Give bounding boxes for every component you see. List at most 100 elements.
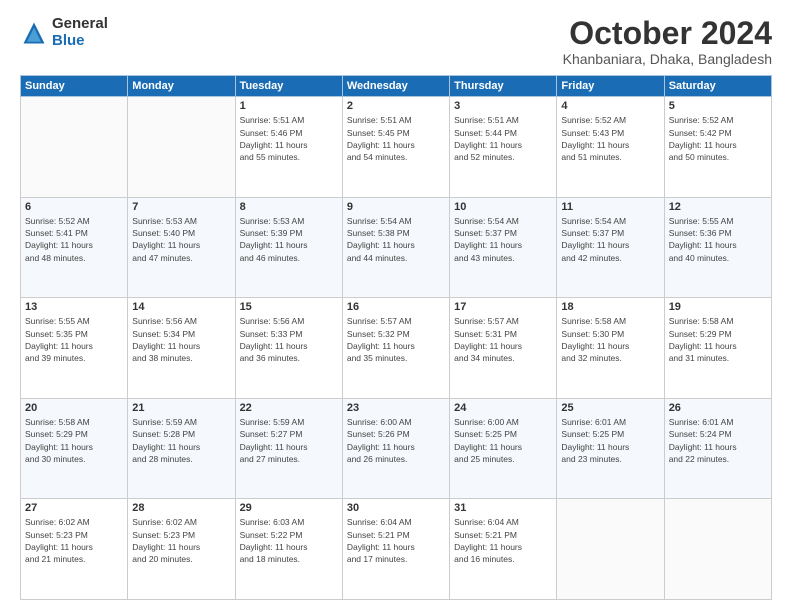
day-info: Sunrise: 6:01 AM Sunset: 5:25 PM Dayligh…	[561, 416, 659, 465]
calendar-cell: 1Sunrise: 5:51 AM Sunset: 5:46 PM Daylig…	[235, 97, 342, 198]
day-number: 9	[347, 201, 445, 213]
day-info: Sunrise: 5:58 AM Sunset: 5:30 PM Dayligh…	[561, 315, 659, 364]
day-info: Sunrise: 5:58 AM Sunset: 5:29 PM Dayligh…	[669, 315, 767, 364]
day-info: Sunrise: 5:59 AM Sunset: 5:27 PM Dayligh…	[240, 416, 338, 465]
day-info: Sunrise: 6:00 AM Sunset: 5:25 PM Dayligh…	[454, 416, 552, 465]
calendar-cell	[128, 97, 235, 198]
calendar-cell: 30Sunrise: 6:04 AM Sunset: 5:21 PM Dayli…	[342, 499, 449, 600]
calendar-cell: 6 Sunrise: 5:52 AM Sunset: 5:41 PM Daylig…	[21, 197, 128, 298]
calendar-cell: 27 Sunrise: 6:02 AM Sunset: 5:23 PM Dayli…	[21, 499, 128, 600]
month-title: October 2024	[563, 16, 772, 51]
calendar-cell: 21 Sunrise: 5:59 AM Sunset: 5:28 PM Dayli…	[128, 398, 235, 499]
calendar-cell: 22 Sunrise: 5:59 AM Sunset: 5:27 PM Dayli…	[235, 398, 342, 499]
day-info: Sunrise: 5:54 AM Sunset: 5:38 PM Dayligh…	[347, 215, 445, 264]
day-number: 19	[669, 301, 767, 313]
day-info: Sunrise: 5:59 AM Sunset: 5:28 PM Dayligh…	[132, 416, 230, 465]
calendar-cell: 8 Sunrise: 5:53 AM Sunset: 5:39 PM Daylig…	[235, 197, 342, 298]
calendar-cell	[21, 97, 128, 198]
day-info: Sunrise: 5:53 AM Sunset: 5:39 PM Dayligh…	[240, 215, 338, 264]
logo-general-text: General	[52, 16, 108, 33]
day-number: 7	[132, 201, 230, 213]
day-number: 27	[25, 502, 123, 514]
day-info: Sunrise: 5:58 AM Sunset: 5:29 PM Dayligh…	[25, 416, 123, 465]
calendar-cell: 19 Sunrise: 5:58 AM Sunset: 5:29 PM Dayli…	[664, 298, 771, 399]
calendar-cell: 15Sunrise: 5:56 AM Sunset: 5:33 PM Dayli…	[235, 298, 342, 399]
day-number: 6	[25, 201, 123, 213]
calendar-cell: 25Sunrise: 6:01 AM Sunset: 5:25 PM Dayli…	[557, 398, 664, 499]
day-info: Sunrise: 5:54 AM Sunset: 5:37 PM Dayligh…	[454, 215, 552, 264]
calendar-cell	[557, 499, 664, 600]
calendar-cell: 11 Sunrise: 5:54 AM Sunset: 5:37 PM Dayli…	[557, 197, 664, 298]
col-thursday: Thursday	[450, 76, 557, 97]
calendar-cell: 5 Sunrise: 5:52 AM Sunset: 5:42 PM Daylig…	[664, 97, 771, 198]
day-number: 13	[25, 301, 123, 313]
day-number: 4	[561, 100, 659, 112]
day-number: 29	[240, 502, 338, 514]
day-number: 23	[347, 402, 445, 414]
calendar-cell: 26Sunrise: 6:01 AM Sunset: 5:24 PM Dayli…	[664, 398, 771, 499]
day-number: 3	[454, 100, 552, 112]
day-number: 2	[347, 100, 445, 112]
day-number: 14	[132, 301, 230, 313]
calendar-cell: 29 Sunrise: 6:03 AM Sunset: 5:22 PM Dayli…	[235, 499, 342, 600]
week-row-3: 13 Sunrise: 5:55 AM Sunset: 5:35 PM Dayli…	[21, 298, 772, 399]
day-number: 20	[25, 402, 123, 414]
day-info: Sunrise: 6:00 AM Sunset: 5:26 PM Dayligh…	[347, 416, 445, 465]
day-info: Sunrise: 5:51 AM Sunset: 5:44 PM Dayligh…	[454, 114, 552, 163]
day-number: 8	[240, 201, 338, 213]
calendar-cell: 3 Sunrise: 5:51 AM Sunset: 5:44 PM Daylig…	[450, 97, 557, 198]
calendar-header: Sunday Monday Tuesday Wednesday Thursday…	[21, 76, 772, 97]
col-saturday: Saturday	[664, 76, 771, 97]
day-info: Sunrise: 5:56 AM Sunset: 5:33 PM Dayligh…	[240, 315, 338, 364]
day-number: 24	[454, 402, 552, 414]
col-monday: Monday	[128, 76, 235, 97]
header: General Blue October 2024 Khanbaniara, D…	[20, 16, 772, 67]
week-row-5: 27 Sunrise: 6:02 AM Sunset: 5:23 PM Dayli…	[21, 499, 772, 600]
title-block: October 2024 Khanbaniara, Dhaka, Banglad…	[563, 16, 772, 67]
day-info: Sunrise: 6:02 AM Sunset: 5:23 PM Dayligh…	[25, 516, 123, 565]
day-number: 22	[240, 402, 338, 414]
day-info: Sunrise: 5:54 AM Sunset: 5:37 PM Dayligh…	[561, 215, 659, 264]
week-row-2: 6 Sunrise: 5:52 AM Sunset: 5:41 PM Daylig…	[21, 197, 772, 298]
page: General Blue October 2024 Khanbaniara, D…	[0, 0, 792, 612]
calendar-cell: 31Sunrise: 6:04 AM Sunset: 5:21 PM Dayli…	[450, 499, 557, 600]
week-row-4: 20 Sunrise: 5:58 AM Sunset: 5:29 PM Dayli…	[21, 398, 772, 499]
day-info: Sunrise: 6:03 AM Sunset: 5:22 PM Dayligh…	[240, 516, 338, 565]
day-info: Sunrise: 5:52 AM Sunset: 5:42 PM Dayligh…	[669, 114, 767, 163]
calendar-cell: 13 Sunrise: 5:55 AM Sunset: 5:35 PM Dayli…	[21, 298, 128, 399]
day-info: Sunrise: 6:01 AM Sunset: 5:24 PM Dayligh…	[669, 416, 767, 465]
logo-icon	[20, 19, 48, 47]
col-sunday: Sunday	[21, 76, 128, 97]
day-info: Sunrise: 5:57 AM Sunset: 5:32 PM Dayligh…	[347, 315, 445, 364]
day-number: 17	[454, 301, 552, 313]
col-friday: Friday	[557, 76, 664, 97]
calendar-cell: 20 Sunrise: 5:58 AM Sunset: 5:29 PM Dayli…	[21, 398, 128, 499]
calendar-cell: 4Sunrise: 5:52 AM Sunset: 5:43 PM Daylig…	[557, 97, 664, 198]
day-number: 21	[132, 402, 230, 414]
calendar-cell: 28 Sunrise: 6:02 AM Sunset: 5:23 PM Dayli…	[128, 499, 235, 600]
day-info: Sunrise: 5:55 AM Sunset: 5:35 PM Dayligh…	[25, 315, 123, 364]
day-info: Sunrise: 5:53 AM Sunset: 5:40 PM Dayligh…	[132, 215, 230, 264]
day-number: 5	[669, 100, 767, 112]
calendar-cell: 7 Sunrise: 5:53 AM Sunset: 5:40 PM Daylig…	[128, 197, 235, 298]
day-info: Sunrise: 6:04 AM Sunset: 5:21 PM Dayligh…	[347, 516, 445, 565]
header-row: Sunday Monday Tuesday Wednesday Thursday…	[21, 76, 772, 97]
location: Khanbaniara, Dhaka, Bangladesh	[563, 51, 772, 67]
calendar-cell: 10Sunrise: 5:54 AM Sunset: 5:37 PM Dayli…	[450, 197, 557, 298]
day-number: 11	[561, 201, 659, 213]
day-info: Sunrise: 5:57 AM Sunset: 5:31 PM Dayligh…	[454, 315, 552, 364]
calendar-cell: 17 Sunrise: 5:57 AM Sunset: 5:31 PM Dayli…	[450, 298, 557, 399]
day-number: 18	[561, 301, 659, 313]
day-info: Sunrise: 6:02 AM Sunset: 5:23 PM Dayligh…	[132, 516, 230, 565]
calendar-cell: 23 Sunrise: 6:00 AM Sunset: 5:26 PM Dayli…	[342, 398, 449, 499]
calendar-cell	[664, 499, 771, 600]
calendar-cell: 14 Sunrise: 5:56 AM Sunset: 5:34 PM Dayli…	[128, 298, 235, 399]
day-info: Sunrise: 5:56 AM Sunset: 5:34 PM Dayligh…	[132, 315, 230, 364]
day-info: Sunrise: 5:52 AM Sunset: 5:41 PM Dayligh…	[25, 215, 123, 264]
calendar-cell: 9 Sunrise: 5:54 AM Sunset: 5:38 PM Daylig…	[342, 197, 449, 298]
day-info: Sunrise: 5:51 AM Sunset: 5:45 PM Dayligh…	[347, 114, 445, 163]
week-row-1: 1Sunrise: 5:51 AM Sunset: 5:46 PM Daylig…	[21, 97, 772, 198]
day-number: 28	[132, 502, 230, 514]
day-number: 31	[454, 502, 552, 514]
calendar-cell: 2 Sunrise: 5:51 AM Sunset: 5:45 PM Daylig…	[342, 97, 449, 198]
